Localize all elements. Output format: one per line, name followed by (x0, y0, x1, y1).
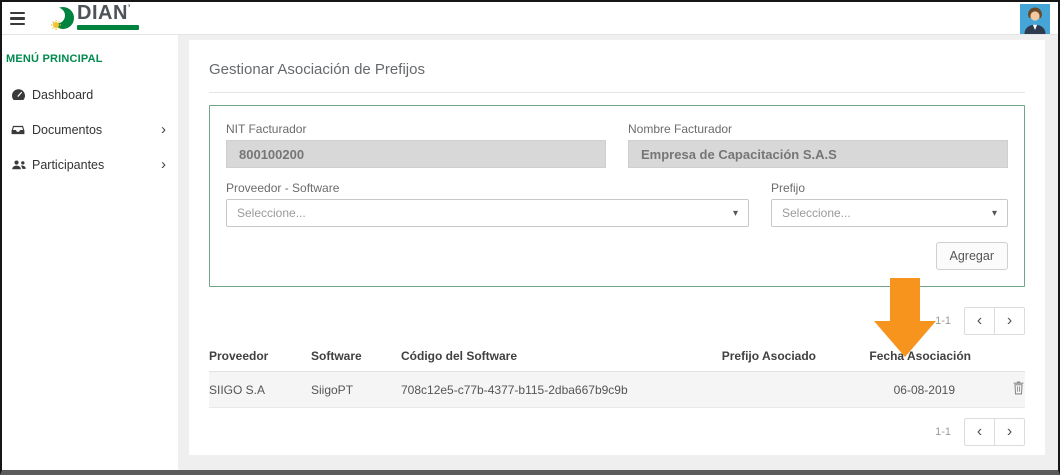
col-header-actions (971, 341, 1025, 372)
title-divider (209, 92, 1025, 93)
cell-fecha-asociacion: 06-08-2019 (816, 372, 971, 408)
dian-logo-text: DIAN (77, 2, 128, 24)
chevron-right-icon: › (1007, 313, 1012, 329)
sidebar: MENÚ PRINCIPAL Dashboard (2, 35, 178, 470)
pagination-top: 1-1 ‹ › (209, 307, 1025, 335)
cell-prefijo-asociado (661, 372, 816, 408)
chevron-down-icon: ▾ (733, 208, 738, 219)
proveedor-software-select-value: Seleccione... (237, 206, 733, 220)
sidebar-item-label: Dashboard (32, 88, 166, 102)
main-area: Gestionar Asociación de Prefijos NIT Fac… (178, 35, 1058, 470)
col-header-software: Software (311, 341, 401, 372)
col-header-prefijo-asociado: Prefijo Asociado (661, 341, 816, 372)
sidebar-item-documentos[interactable]: Documentos › (2, 112, 178, 147)
nit-facturador-label: NIT Facturador (226, 122, 606, 136)
proveedor-software-label: Proveedor - Software (226, 181, 749, 195)
prefijo-select[interactable]: Seleccione... ▾ (771, 199, 1008, 227)
inbox-icon (11, 123, 32, 137)
chevron-left-icon: ‹ (977, 424, 982, 440)
users-icon (11, 159, 32, 171)
agregar-button[interactable]: Agregar (936, 242, 1008, 270)
user-avatar[interactable] (1020, 4, 1050, 34)
trash-icon (1012, 381, 1025, 395)
nombre-facturador-label: Nombre Facturador (628, 122, 1008, 136)
gauge-icon (11, 88, 32, 101)
hamburger-menu-icon[interactable] (10, 12, 25, 26)
col-header-codigo: Código del Software (401, 341, 661, 372)
prefijo-label: Prefijo (771, 181, 1008, 195)
app-window: DIAN’ MENÚ PRINCIPAL (0, 0, 1060, 475)
top-bar: DIAN’ (2, 2, 1058, 35)
col-header-proveedor: Proveedor (209, 341, 311, 372)
associations-table: Proveedor Software Código del Software P… (209, 341, 1025, 408)
cell-codigo: 708c12e5-c77b-4377-b115-2dba667b9c9b (401, 372, 661, 408)
prefix-association-form: NIT Facturador 800100200 Nombre Facturad… (209, 105, 1025, 287)
chevron-left-icon: ‹ (977, 313, 982, 329)
table-header-row: Proveedor Software Código del Software P… (209, 341, 1025, 372)
chevron-right-icon: › (1007, 424, 1012, 440)
content-card: Gestionar Asociación de Prefijos NIT Fac… (189, 40, 1045, 455)
dian-logo: DIAN’ (47, 3, 139, 33)
pagination-range: 1-1 (935, 426, 951, 438)
table-row: SIIGO S.A SiigoPT 708c12e5-c77b-4377-b11… (209, 372, 1025, 408)
cell-software: SiigoPT (311, 372, 401, 408)
pagination-bottom: 1-1 ‹ › (209, 418, 1025, 446)
sidebar-item-participantes[interactable]: Participantes › (2, 147, 178, 182)
nombre-facturador-input: Empresa de Capacitación S.A.S (628, 140, 1008, 168)
sidebar-item-label: Documentos (32, 123, 161, 137)
sidebar-item-label: Participantes (32, 158, 161, 172)
dian-logo-trademark: ’ (128, 3, 131, 13)
cell-proveedor: SIIGO S.A (209, 372, 311, 408)
pagination-range: 1-1 (935, 315, 951, 327)
pagination-prev-button[interactable]: ‹ (964, 307, 995, 335)
pagination-next-button[interactable]: › (994, 418, 1025, 446)
chevron-right-icon: › (161, 122, 166, 137)
pagination-prev-button[interactable]: ‹ (964, 418, 995, 446)
proveedor-software-select[interactable]: Seleccione... ▾ (226, 199, 749, 227)
dian-logo-mark (47, 4, 75, 34)
col-header-fecha-asociacion: Fecha Asociación (816, 341, 971, 372)
prefijo-select-value: Seleccione... (782, 206, 992, 220)
dian-tagline-bar (77, 25, 139, 30)
user-avatar-image (1020, 4, 1050, 34)
sidebar-item-dashboard[interactable]: Dashboard (2, 77, 178, 112)
delete-row-button[interactable] (1012, 381, 1025, 398)
chevron-down-icon: ▾ (992, 208, 997, 219)
sidebar-title: MENÚ PRINCIPAL (6, 53, 178, 65)
sidebar-nav: Dashboard Documentos › (2, 77, 178, 182)
chevron-right-icon: › (161, 157, 166, 172)
nit-facturador-input: 800100200 (226, 140, 606, 168)
page-title: Gestionar Asociación de Prefijos (209, 40, 1025, 78)
pagination-next-button[interactable]: › (994, 307, 1025, 335)
